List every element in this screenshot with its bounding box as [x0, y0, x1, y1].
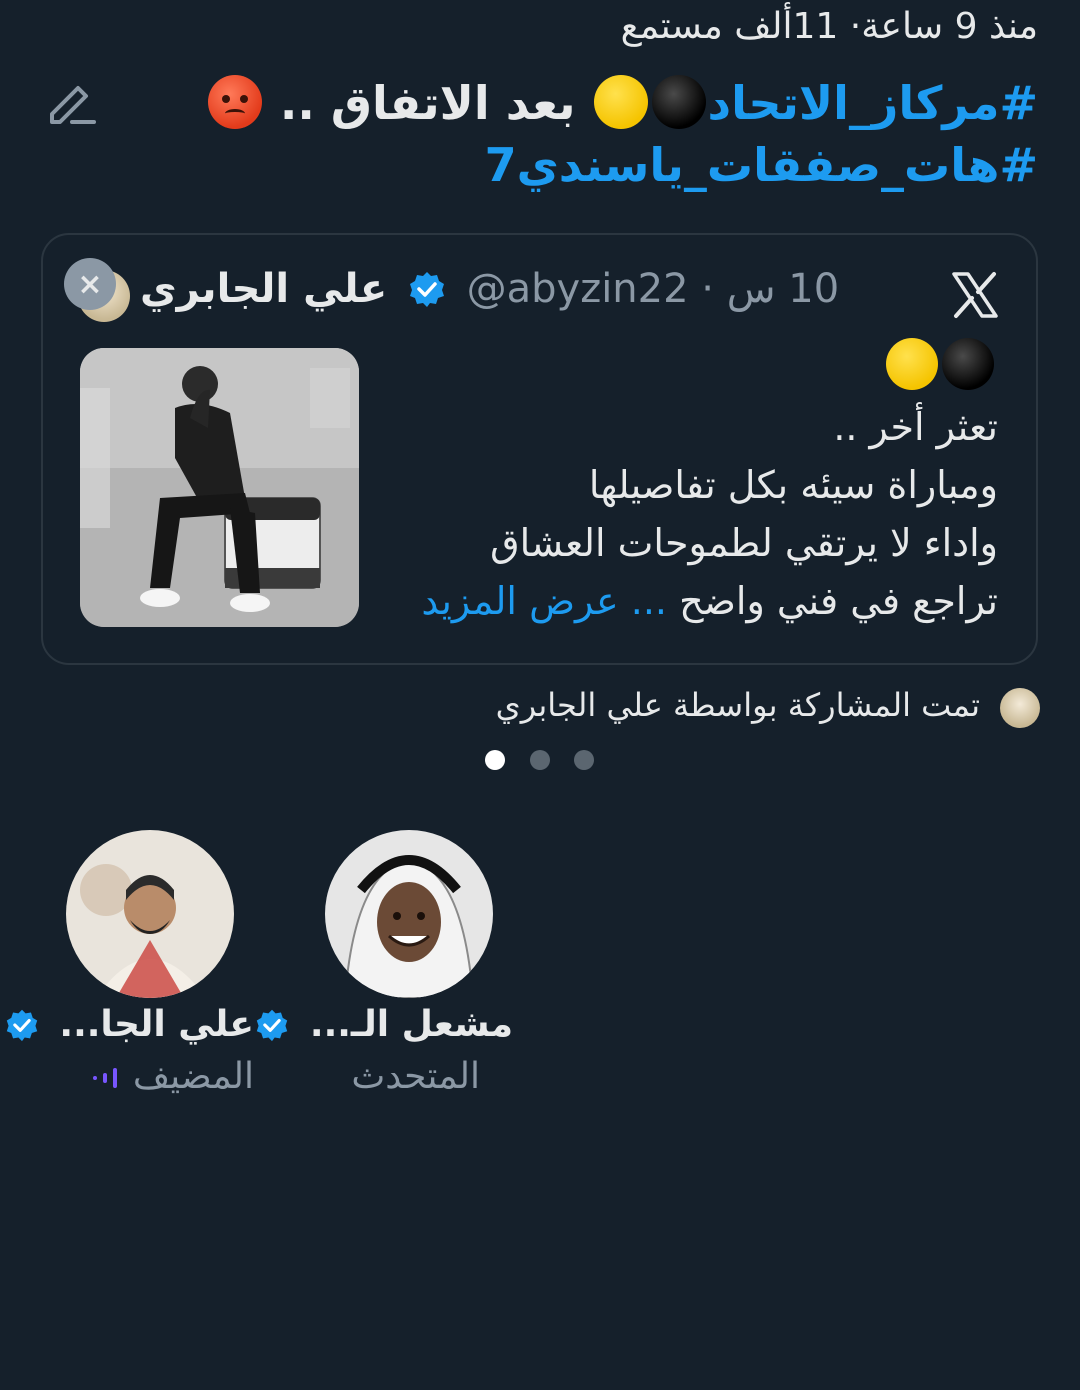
title-line-1: #مركاز_الاتحاد بعد الاتفاق ..	[78, 72, 1038, 134]
angry-face-emoji	[207, 75, 262, 129]
speaker-avatar[interactable]	[325, 830, 493, 998]
host-avatar[interactable]	[66, 830, 234, 998]
space-meta: منذ 9 ساعة· 11ألف مستمع	[620, 6, 1038, 47]
tweet-photo[interactable]	[80, 348, 359, 627]
tweet-line-last: تراجع في فني واضح ... عرض المزيد	[378, 572, 998, 630]
tweet-author-name[interactable]: علي الجابري	[140, 266, 387, 312]
host-photo	[66, 830, 234, 998]
tweet-line: تعثر أخر ..	[833, 405, 998, 449]
yellow-circle-emoji	[886, 338, 938, 390]
tweet-text: تعثر أخر .. ومباراة سيئه بكل تفاصيلها وا…	[378, 398, 998, 630]
space-title: #مركاز_الاتحاد بعد الاتفاق .. #هات_صفقات…	[78, 72, 1038, 196]
verified-badge-icon	[6, 1009, 38, 1042]
verified-badge-icon	[257, 1009, 288, 1042]
tweet-separator: ·	[701, 266, 714, 312]
verified-badge-icon	[409, 272, 444, 307]
pager-dot-2[interactable]	[530, 750, 550, 770]
tweet-line: تراجع في فني واضح	[679, 579, 998, 623]
host-name: علي الجا...	[59, 1004, 254, 1045]
speaker-name: مشعل الـ...	[309, 1004, 513, 1045]
shared-by-text[interactable]: تمت المشاركة بواسطة علي الجابري	[496, 686, 980, 724]
tweet-emojis	[884, 338, 996, 390]
tweet-header: علي الجابري @abyzin22 · 10 س	[140, 266, 839, 312]
tweet-author-handle[interactable]: @abyzin22	[467, 266, 689, 312]
pager-dot-1[interactable]	[485, 750, 505, 770]
tweet-timestamp: 10 س	[726, 266, 840, 312]
black-circle-emoji	[651, 75, 706, 129]
shared-by-avatar[interactable]	[1000, 688, 1040, 728]
tweet-line: واداء لا يرتقي لطموحات العشاق	[490, 521, 998, 565]
black-circle-emoji	[942, 338, 994, 390]
show-more-link[interactable]: عرض المزيد	[421, 579, 618, 623]
host-role-row: المضيف	[83, 1056, 254, 1097]
hashtag-link[interactable]: #هات_صفقات_ياسندي7	[485, 138, 1038, 192]
photo-person-sitting	[80, 348, 359, 627]
hashtag-link[interactable]: #مركاز_الاتحاد	[708, 76, 1038, 130]
speaker-role: المتحدث	[351, 1056, 480, 1097]
speaker-name-row[interactable]: مشعل الـ...	[247, 1004, 513, 1045]
host-name-row[interactable]: علي الجا...	[0, 1004, 254, 1045]
tweet-line: ومباراة سيئه بكل تفاصيلها	[588, 463, 998, 507]
x-logo-icon	[952, 272, 998, 318]
close-icon[interactable]: ×	[64, 258, 116, 310]
host-role: المضيف	[132, 1056, 254, 1097]
title-line-2: #هات_صفقات_ياسندي7	[78, 134, 1038, 196]
pager-dot-3[interactable]	[574, 750, 594, 770]
speaking-bars-icon	[93, 1068, 118, 1088]
title-text: بعد الاتفاق ..	[279, 76, 576, 130]
speaker-photo	[325, 830, 493, 998]
tweet-ellipsis: ...	[630, 579, 667, 623]
yellow-circle-emoji	[593, 75, 648, 129]
